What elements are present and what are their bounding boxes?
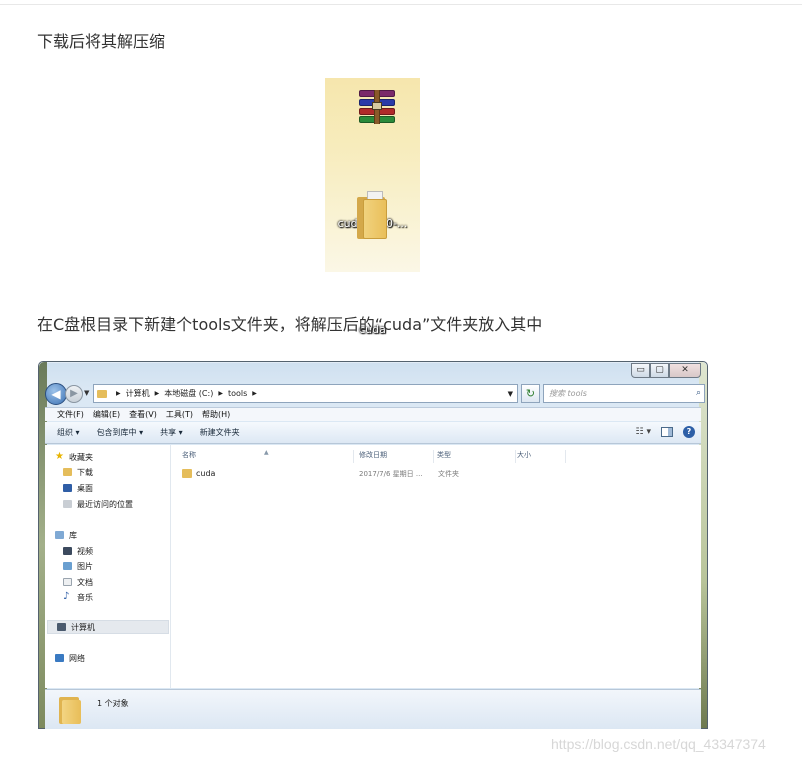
nav-libraries[interactable]: 库 [55,528,77,542]
file-name: cuda [196,468,216,478]
help-icon[interactable]: ? [683,426,695,438]
maximize-button[interactable]: ▢ [650,363,669,378]
new-folder-button[interactable]: 新建文件夹 [200,427,240,438]
share-button[interactable]: 共享 ▾ [160,427,183,438]
column-type[interactable]: 类型 [434,450,516,463]
file-row-cuda[interactable]: cuda [182,466,215,480]
pictures-icon [63,562,72,570]
computer-icon [57,623,66,631]
desktop-snippet: cudnn-8.0-... cuda [325,78,420,336]
desktop-icon [63,484,72,492]
nav-music[interactable]: ♪ 音乐 [63,590,93,604]
column-headers: 名称 ▲ 修改日期 类型 大小 [172,445,701,463]
close-button[interactable]: ✕ [669,363,701,378]
address-dropdown-icon[interactable]: ▼ [508,390,513,398]
cuda-folder-icon[interactable] [357,191,389,239]
nav-documents[interactable]: 文档 [63,575,93,589]
breadcrumb-computer[interactable]: 计算机 [126,388,150,399]
watermark: https://blog.csdn.net/qq_43347374 [551,736,766,752]
nav-recent-places[interactable]: 最近访问的位置 [63,497,133,511]
nav-computer[interactable]: 计算机 [47,620,169,634]
star-icon: ★ [55,451,64,462]
winrar-archive-icon[interactable] [357,90,397,124]
menu-help[interactable]: 帮助(H) [202,409,230,420]
details-pane: 1 个对象 [45,689,701,729]
nav-pictures[interactable]: 图片 [63,559,93,573]
explorer-content: ★ 收藏夹 下载 桌面 最近访问的位置 库 视频 图片 文档 ♪ 音乐 计算机 … [45,445,701,688]
folder-icon [182,468,192,478]
nav-desktop[interactable]: 桌面 [63,481,93,495]
nav-favorites[interactable]: ★ 收藏夹 [55,450,93,464]
instruction-paragraph-1: 下载后将其解压缩 [37,32,166,51]
chevron-right-icon[interactable]: ▶ [218,390,223,397]
rar-lock [372,102,382,110]
downloads-folder-icon [63,468,72,476]
music-icon: ♪ [63,591,70,602]
column-size[interactable]: 大小 [516,450,566,463]
breadcrumb-tools[interactable]: tools [228,389,247,398]
file-list: 名称 ▲ 修改日期 类型 大小 cuda 2017/7/6 星期日 ... 文件… [172,445,701,688]
folder-icon [97,389,107,398]
menu-edit[interactable]: 编辑(E) [93,409,120,420]
documents-icon [63,578,72,586]
recent-pages-dropdown-icon[interactable]: ▼ [84,389,89,397]
chevron-right-icon[interactable]: ▶ [116,390,121,397]
folder-icon [59,694,81,724]
minimize-button[interactable]: ▭ [631,363,650,378]
search-input[interactable]: 搜索 tools ⌕ [543,384,705,403]
refresh-button[interactable]: ↻ [521,384,540,403]
libraries-icon [55,531,64,539]
search-icon[interactable]: ⌕ [696,385,701,402]
forward-button[interactable]: ▶ [65,385,83,403]
videos-icon [63,547,72,555]
network-icon [55,654,64,662]
instruction-paragraph-2: 在C盘根目录下新建个tools文件夹，将解压后的“cuda”文件夹放入其中 [37,315,543,334]
column-modified[interactable]: 修改日期 [354,450,434,463]
nav-videos[interactable]: 视频 [63,544,93,558]
file-type: 文件夹 [438,470,459,478]
back-button[interactable]: ◀ [45,383,67,405]
change-view-icon[interactable]: ☷ ▾ [636,427,651,437]
menu-bar: 文件(F) 编辑(E) 查看(V) 工具(T) 帮助(H) [45,407,701,421]
menu-view[interactable]: 查看(V) [129,409,157,420]
recent-places-icon [63,500,72,508]
menu-file[interactable]: 文件(F) [57,409,84,420]
breadcrumb-local-disk[interactable]: 本地磁盘 (C:) [164,388,213,399]
explorer-window: ▭ ▢ ✕ ◀ ▶ ▼ ▶ 计算机 ▶ 本地磁盘 (C:) ▶ tools ▶ … [38,361,708,729]
include-in-library-button[interactable]: 包含到库中 ▾ [97,427,144,438]
chevron-right-icon[interactable]: ▶ [155,390,160,397]
sort-ascending-icon: ▲ [264,449,269,456]
menu-tools[interactable]: 工具(T) [166,409,193,420]
address-bar[interactable]: ▶ 计算机 ▶ 本地磁盘 (C:) ▶ tools ▶ ▼ [93,384,518,403]
chevron-right-icon[interactable]: ▶ [252,390,257,397]
preview-pane-icon[interactable] [661,427,673,437]
nav-downloads[interactable]: 下载 [63,465,93,479]
command-bar: 组织 ▾ 包含到库中 ▾ 共享 ▾ 新建文件夹 ☷ ▾ ? [45,422,701,444]
item-count: 1 个对象 [97,699,129,708]
file-modified: 2017/7/6 星期日 ... [359,470,423,478]
organize-button[interactable]: 组织 ▾ [57,427,80,438]
navigation-pane: ★ 收藏夹 下载 桌面 最近访问的位置 库 视频 图片 文档 ♪ 音乐 计算机 … [45,445,171,688]
window-controls: ▭ ▢ ✕ [631,363,701,378]
column-name[interactable]: 名称 ▲ [172,449,354,463]
nav-network[interactable]: 网络 [55,651,85,665]
address-row: ◀ ▶ ▼ ▶ 计算机 ▶ 本地磁盘 (C:) ▶ tools ▶ ▼ ↻ 搜索… [45,383,705,405]
search-placeholder: 搜索 tools [549,389,587,398]
top-divider [0,4,802,5]
